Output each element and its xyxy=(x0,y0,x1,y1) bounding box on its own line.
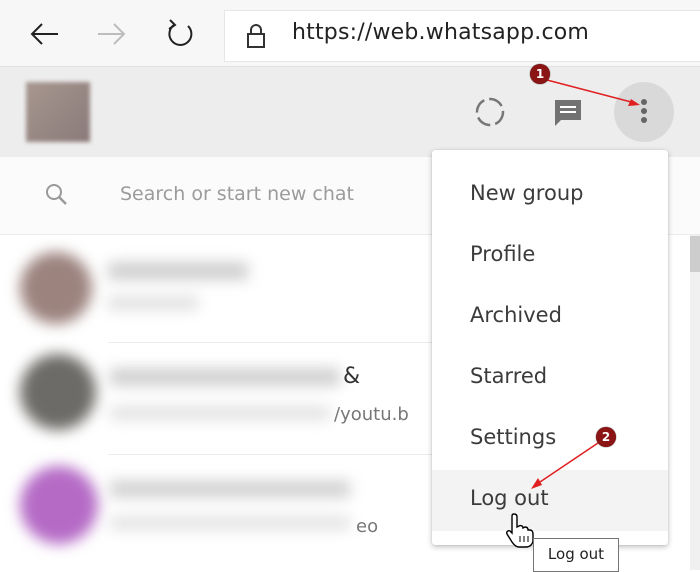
annotation-badge-2: 2 xyxy=(596,427,616,447)
annotation-arrow-2 xyxy=(536,442,599,485)
annotation-badge-1: 1 xyxy=(530,64,550,84)
annotation-arrow-1 xyxy=(546,79,636,104)
annotation-arrows xyxy=(531,79,640,489)
